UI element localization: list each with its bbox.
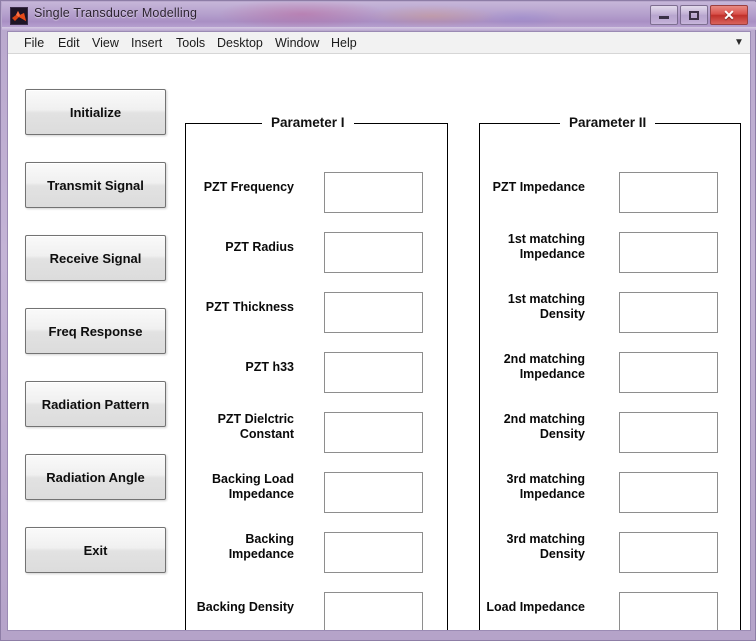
exit-button[interactable]: Exit: [25, 527, 166, 573]
first-matching-density-input[interactable]: [619, 292, 718, 333]
backing-impedance-input[interactable]: [324, 532, 423, 573]
third-matching-impedance-input[interactable]: [619, 472, 718, 513]
load-impedance-input[interactable]: [619, 592, 718, 630]
menu-item-edit[interactable]: Edit: [54, 35, 84, 51]
parameter-i-panel: Parameter I PZT Frequency PZT Radius PZT T…: [185, 115, 448, 630]
initialize-button[interactable]: Initialize: [25, 89, 166, 135]
radiation-pattern-button[interactable]: Radiation Pattern: [25, 381, 166, 427]
backing-load-impedance-input[interactable]: [324, 472, 423, 513]
second-matching-density-input[interactable]: [619, 412, 718, 453]
backing-density-input[interactable]: [324, 592, 423, 630]
close-glyph: ✕: [723, 7, 735, 23]
radiation-angle-button[interactable]: Radiation Angle: [25, 454, 166, 500]
figure-canvas: Initialize Transmit Signal Receive Signal F…: [8, 54, 750, 630]
close-button[interactable]: ✕: [710, 5, 748, 25]
minimize-icon: [651, 6, 677, 24]
pzt-h33-label: PZT h33: [245, 360, 294, 374]
chevron-down-icon: ▼: [734, 37, 744, 48]
menu-item-tools[interactable]: Tools: [172, 35, 209, 51]
pzt-thickness-label: PZT Thickness: [205, 300, 294, 314]
backing-density-label: Backing Density: [196, 600, 294, 614]
menu-item-desktop[interactable]: Desktop: [213, 35, 267, 51]
parameter-ii-panel: Parameter II PZT Impedance 1st matching I…: [479, 115, 741, 630]
backing-impedance-label: Backing Impedance: [228, 532, 294, 561]
menu-bar: File Edit View Insert Tools Desktop Window Help…: [8, 32, 750, 54]
pzt-h33-input[interactable]: [324, 352, 423, 393]
menu-item-help[interactable]: Help: [327, 35, 361, 51]
freq-response-button[interactable]: Freq Response: [25, 308, 166, 354]
pzt-frequency-label: PZT Frequency: [203, 180, 294, 194]
second-matching-density-label: 2nd matching Density: [503, 412, 585, 441]
first-matching-impedance-input[interactable]: [619, 232, 718, 273]
load-impedance-label: Load Impedance: [486, 600, 585, 614]
second-matching-impedance-input[interactable]: [619, 352, 718, 393]
third-matching-density-input[interactable]: [619, 532, 718, 573]
first-matching-impedance-label: 1st matching Impedance: [507, 232, 585, 261]
title-bar[interactable]: Single Transducer Modelling ✕: [2, 2, 756, 30]
minimize-button[interactable]: [650, 5, 678, 25]
pzt-impedance-label: PZT Impedance: [492, 180, 585, 194]
backing-load-impedance-label: Backing Load Impedance: [212, 472, 294, 501]
matlab-membrane-icon: [10, 7, 28, 25]
application-window: Single Transducer Modelling ✕ File Edit Vi…: [0, 0, 756, 641]
menu-item-view[interactable]: View: [88, 35, 123, 51]
second-matching-impedance-label: 2nd matching Impedance: [503, 352, 585, 381]
pzt-radius-input[interactable]: [324, 232, 423, 273]
pzt-impedance-input[interactable]: [619, 172, 718, 213]
client-area: File Edit View Insert Tools Desktop Window Help…: [7, 31, 751, 631]
maximize-button[interactable]: [680, 5, 708, 25]
receive-signal-button[interactable]: Receive Signal: [25, 235, 166, 281]
third-matching-impedance-label: 3rd matching Impedance: [506, 472, 586, 501]
first-matching-density-label: 1st matching Density: [507, 292, 585, 321]
parameter-ii-title: Parameter II: [560, 115, 656, 130]
transmit-signal-button[interactable]: Transmit Signal: [25, 162, 166, 208]
pzt-dielectric-constant-label: PZT Dielctric Constant: [217, 412, 294, 441]
third-matching-density-label: 3rd matching Density: [506, 532, 586, 561]
window-title: Single Transducer Modelling: [34, 6, 198, 20]
maximize-icon: [681, 6, 707, 24]
pzt-radius-label: PZT Radius: [225, 240, 294, 254]
pzt-dielectric-constant-input[interactable]: [324, 412, 423, 453]
close-icon: ✕: [711, 6, 747, 24]
parameter-i-title: Parameter I: [262, 115, 354, 130]
menu-item-insert[interactable]: Insert: [127, 35, 166, 51]
pzt-frequency-input[interactable]: [324, 172, 423, 213]
menu-item-file[interactable]: File: [20, 35, 48, 51]
menu-item-window[interactable]: Window: [271, 35, 323, 51]
pzt-thickness-input[interactable]: [324, 292, 423, 333]
menu-overflow-icon[interactable]: ▼: [732, 35, 746, 50]
